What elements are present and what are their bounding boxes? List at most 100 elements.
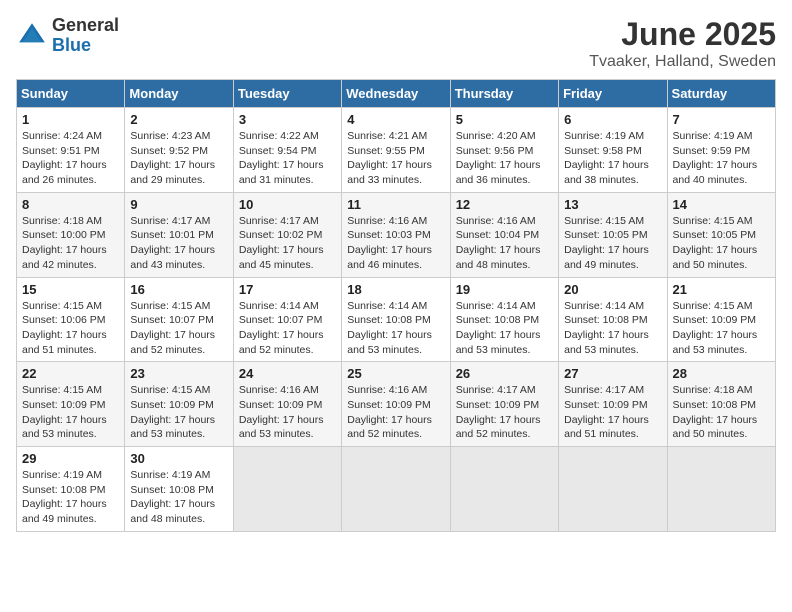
day-number: 12: [456, 197, 553, 212]
day-number: 10: [239, 197, 336, 212]
day-info: Sunrise: 4:15 AM Sunset: 10:05 PM Daylig…: [564, 214, 661, 273]
calendar-week-row: 22 Sunrise: 4:15 AM Sunset: 10:09 PM Day…: [17, 362, 776, 447]
day-info: Sunrise: 4:16 AM Sunset: 10:04 PM Daylig…: [456, 214, 553, 273]
calendar-cell: 14 Sunrise: 4:15 AM Sunset: 10:05 PM Day…: [667, 192, 775, 277]
weekday-header-monday: Monday: [125, 80, 233, 108]
calendar-cell: 30 Sunrise: 4:19 AM Sunset: 10:08 PM Day…: [125, 447, 233, 532]
day-info: Sunrise: 4:16 AM Sunset: 10:09 PM Daylig…: [347, 383, 444, 442]
day-number: 20: [564, 282, 661, 297]
calendar-cell: 8 Sunrise: 4:18 AM Sunset: 10:00 PM Dayl…: [17, 192, 125, 277]
day-info: Sunrise: 4:24 AM Sunset: 9:51 PM Dayligh…: [22, 129, 119, 188]
calendar-cell: [233, 447, 341, 532]
logo-icon: [16, 20, 48, 52]
calendar-week-row: 29 Sunrise: 4:19 AM Sunset: 10:08 PM Day…: [17, 447, 776, 532]
day-number: 28: [673, 366, 770, 381]
day-number: 13: [564, 197, 661, 212]
calendar-week-row: 1 Sunrise: 4:24 AM Sunset: 9:51 PM Dayli…: [17, 108, 776, 193]
calendar-cell: 29 Sunrise: 4:19 AM Sunset: 10:08 PM Day…: [17, 447, 125, 532]
calendar-cell: 23 Sunrise: 4:15 AM Sunset: 10:09 PM Day…: [125, 362, 233, 447]
calendar-cell: 17 Sunrise: 4:14 AM Sunset: 10:07 PM Day…: [233, 277, 341, 362]
day-info: Sunrise: 4:15 AM Sunset: 10:09 PM Daylig…: [673, 299, 770, 358]
calendar-cell: [559, 447, 667, 532]
calendar-cell: 26 Sunrise: 4:17 AM Sunset: 10:09 PM Day…: [450, 362, 558, 447]
day-number: 26: [456, 366, 553, 381]
calendar-table: SundayMondayTuesdayWednesdayThursdayFrid…: [16, 79, 776, 532]
calendar-cell: 1 Sunrise: 4:24 AM Sunset: 9:51 PM Dayli…: [17, 108, 125, 193]
calendar-week-row: 15 Sunrise: 4:15 AM Sunset: 10:06 PM Day…: [17, 277, 776, 362]
day-info: Sunrise: 4:16 AM Sunset: 10:03 PM Daylig…: [347, 214, 444, 273]
weekday-header-sunday: Sunday: [17, 80, 125, 108]
calendar-cell: 24 Sunrise: 4:16 AM Sunset: 10:09 PM Day…: [233, 362, 341, 447]
day-number: 6: [564, 112, 661, 127]
calendar-cell: 25 Sunrise: 4:16 AM Sunset: 10:09 PM Day…: [342, 362, 450, 447]
day-info: Sunrise: 4:15 AM Sunset: 10:09 PM Daylig…: [22, 383, 119, 442]
day-number: 1: [22, 112, 119, 127]
day-info: Sunrise: 4:19 AM Sunset: 10:08 PM Daylig…: [22, 468, 119, 527]
calendar-cell: 22 Sunrise: 4:15 AM Sunset: 10:09 PM Day…: [17, 362, 125, 447]
day-info: Sunrise: 4:19 AM Sunset: 9:59 PM Dayligh…: [673, 129, 770, 188]
day-number: 21: [673, 282, 770, 297]
day-number: 24: [239, 366, 336, 381]
day-number: 14: [673, 197, 770, 212]
calendar-cell: 5 Sunrise: 4:20 AM Sunset: 9:56 PM Dayli…: [450, 108, 558, 193]
calendar-cell: 28 Sunrise: 4:18 AM Sunset: 10:08 PM Day…: [667, 362, 775, 447]
day-info: Sunrise: 4:14 AM Sunset: 10:08 PM Daylig…: [456, 299, 553, 358]
logo-blue-label: Blue: [52, 36, 119, 56]
weekday-header-thursday: Thursday: [450, 80, 558, 108]
calendar-cell: [342, 447, 450, 532]
day-info: Sunrise: 4:14 AM Sunset: 10:07 PM Daylig…: [239, 299, 336, 358]
day-number: 5: [456, 112, 553, 127]
day-number: 19: [456, 282, 553, 297]
day-info: Sunrise: 4:14 AM Sunset: 10:08 PM Daylig…: [564, 299, 661, 358]
day-number: 18: [347, 282, 444, 297]
weekday-header-tuesday: Tuesday: [233, 80, 341, 108]
weekday-header-row: SundayMondayTuesdayWednesdayThursdayFrid…: [17, 80, 776, 108]
day-number: 11: [347, 197, 444, 212]
calendar-cell: 3 Sunrise: 4:22 AM Sunset: 9:54 PM Dayli…: [233, 108, 341, 193]
day-number: 16: [130, 282, 227, 297]
calendar-cell: 16 Sunrise: 4:15 AM Sunset: 10:07 PM Day…: [125, 277, 233, 362]
calendar-cell: 2 Sunrise: 4:23 AM Sunset: 9:52 PM Dayli…: [125, 108, 233, 193]
day-info: Sunrise: 4:14 AM Sunset: 10:08 PM Daylig…: [347, 299, 444, 358]
day-info: Sunrise: 4:15 AM Sunset: 10:05 PM Daylig…: [673, 214, 770, 273]
day-number: 15: [22, 282, 119, 297]
day-info: Sunrise: 4:16 AM Sunset: 10:09 PM Daylig…: [239, 383, 336, 442]
day-info: Sunrise: 4:15 AM Sunset: 10:07 PM Daylig…: [130, 299, 227, 358]
logo-general-label: General: [52, 16, 119, 36]
day-number: 7: [673, 112, 770, 127]
day-number: 8: [22, 197, 119, 212]
calendar-cell: 13 Sunrise: 4:15 AM Sunset: 10:05 PM Day…: [559, 192, 667, 277]
calendar-cell: [667, 447, 775, 532]
day-number: 29: [22, 451, 119, 466]
calendar-cell: 6 Sunrise: 4:19 AM Sunset: 9:58 PM Dayli…: [559, 108, 667, 193]
header: General Blue June 2025 Tvaaker, Halland,…: [16, 16, 776, 71]
location-subtitle: Tvaaker, Halland, Sweden: [589, 53, 776, 71]
day-info: Sunrise: 4:21 AM Sunset: 9:55 PM Dayligh…: [347, 129, 444, 188]
title-area: June 2025 Tvaaker, Halland, Sweden: [589, 16, 776, 71]
day-number: 23: [130, 366, 227, 381]
day-info: Sunrise: 4:15 AM Sunset: 10:09 PM Daylig…: [130, 383, 227, 442]
day-number: 22: [22, 366, 119, 381]
day-number: 9: [130, 197, 227, 212]
calendar-cell: 19 Sunrise: 4:14 AM Sunset: 10:08 PM Day…: [450, 277, 558, 362]
day-info: Sunrise: 4:17 AM Sunset: 10:01 PM Daylig…: [130, 214, 227, 273]
day-info: Sunrise: 4:18 AM Sunset: 10:00 PM Daylig…: [22, 214, 119, 273]
day-number: 4: [347, 112, 444, 127]
weekday-header-friday: Friday: [559, 80, 667, 108]
day-number: 2: [130, 112, 227, 127]
calendar-cell: 10 Sunrise: 4:17 AM Sunset: 10:02 PM Day…: [233, 192, 341, 277]
day-info: Sunrise: 4:17 AM Sunset: 10:02 PM Daylig…: [239, 214, 336, 273]
weekday-header-wednesday: Wednesday: [342, 80, 450, 108]
calendar-cell: 4 Sunrise: 4:21 AM Sunset: 9:55 PM Dayli…: [342, 108, 450, 193]
month-year-title: June 2025: [589, 16, 776, 53]
day-number: 25: [347, 366, 444, 381]
day-info: Sunrise: 4:22 AM Sunset: 9:54 PM Dayligh…: [239, 129, 336, 188]
calendar-cell: 7 Sunrise: 4:19 AM Sunset: 9:59 PM Dayli…: [667, 108, 775, 193]
calendar-cell: 20 Sunrise: 4:14 AM Sunset: 10:08 PM Day…: [559, 277, 667, 362]
day-number: 27: [564, 366, 661, 381]
day-info: Sunrise: 4:17 AM Sunset: 10:09 PM Daylig…: [564, 383, 661, 442]
day-info: Sunrise: 4:15 AM Sunset: 10:06 PM Daylig…: [22, 299, 119, 358]
day-info: Sunrise: 4:23 AM Sunset: 9:52 PM Dayligh…: [130, 129, 227, 188]
calendar-cell: 21 Sunrise: 4:15 AM Sunset: 10:09 PM Day…: [667, 277, 775, 362]
day-info: Sunrise: 4:20 AM Sunset: 9:56 PM Dayligh…: [456, 129, 553, 188]
